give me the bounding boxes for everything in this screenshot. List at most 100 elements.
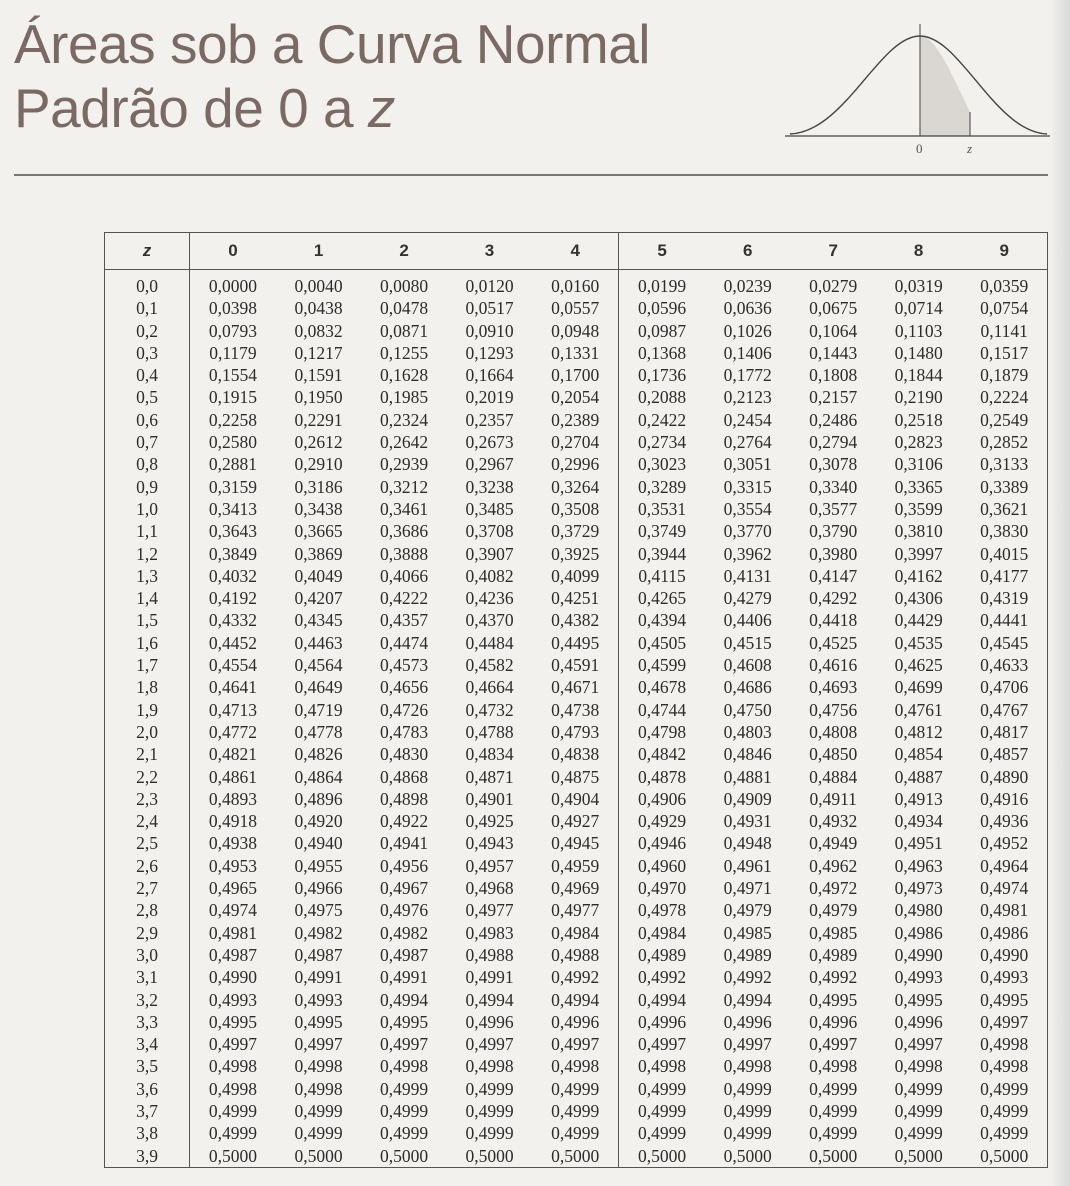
area-cell: 0,4952 xyxy=(980,833,1029,854)
area-cell: 0,3665 xyxy=(294,521,343,542)
z-value-cell: 0,2 xyxy=(105,319,190,342)
area-cell: 0,4999 xyxy=(980,1078,1029,1099)
area-cell: 0,2734 xyxy=(637,432,687,453)
table-row: 1,9 0,4713 0,4719 0,4726 0,4732 0,4738 0,4744 0… xyxy=(105,698,1047,721)
header-col-0: 0 xyxy=(189,233,276,270)
area-cell: 0,4999 xyxy=(208,1123,257,1144)
header-col-7: 7 xyxy=(790,233,876,270)
table-row: 0,7 0,2580 0,2612 0,2642 0,2673 0,2704 0,2734 0… xyxy=(105,431,1047,454)
area-cell: 0,4989 xyxy=(723,944,772,965)
area-cell: 0,4999 xyxy=(532,1099,620,1123)
area-cell: 0,4999 xyxy=(637,1123,687,1144)
z-value-cell: 0,0 xyxy=(105,269,190,298)
area-cell: 0,4881 xyxy=(723,766,772,787)
area-cell: 0,4649 xyxy=(294,677,343,698)
area-cell: 0,1736 xyxy=(637,365,687,386)
area-cell: 0,4082 xyxy=(465,565,514,586)
header-col-5: 5 xyxy=(618,233,705,270)
z-value-cell: 2,4 xyxy=(105,810,190,833)
area-cell: 0,4911 xyxy=(809,788,857,809)
area-cell: 0,1915 xyxy=(208,387,257,408)
area-cell: 0,4982 xyxy=(294,922,343,943)
table-row: 1,2 0,3849 0,3869 0,3888 0,3907 0,3925 0,3944 0… xyxy=(105,542,1047,565)
area-cell: 0,4999 xyxy=(894,1078,943,1099)
area-cell: 0,4998 xyxy=(894,1056,943,1077)
area-cell: 0,4554 xyxy=(208,655,257,676)
area-cell: 0,2580 xyxy=(208,432,257,453)
area-cell: 0,4989 xyxy=(809,944,858,965)
z-value-cell: 3,5 xyxy=(105,1055,190,1078)
title-line-2-variable: z xyxy=(367,77,396,139)
area-cell: 0,4887 xyxy=(894,766,943,787)
header-col-1: 1 xyxy=(275,233,362,270)
area-cell: 0,4418 xyxy=(809,610,858,631)
area-cell: 0,2258 xyxy=(208,409,257,430)
area-cell: 0,4066 xyxy=(380,565,429,586)
area-cell: 0,4999 xyxy=(980,1100,1029,1121)
area-cell: 0,4616 xyxy=(809,655,858,676)
area-cell: 0,4916 xyxy=(980,788,1029,809)
area-cell: 0,4985 xyxy=(723,922,772,943)
area-cell: 0,3749 xyxy=(637,521,687,542)
area-cell: 0,4406 xyxy=(723,610,772,631)
area-cell: 0,5000 xyxy=(532,1144,620,1167)
area-cell: 0,1064 xyxy=(809,320,858,341)
area-cell: 0,0359 xyxy=(980,276,1029,296)
area-cell: 0,4474 xyxy=(380,632,429,653)
area-cell: 0,4994 xyxy=(532,988,620,1011)
area-cell: 0,4931 xyxy=(723,811,772,832)
z-value-cell: 1,2 xyxy=(105,542,190,565)
area-cell: 0,4977 xyxy=(465,900,514,921)
area-cell: 0,4987 xyxy=(294,944,343,965)
area-cell: 0,4147 xyxy=(809,565,858,586)
area-cell: 0,1179 xyxy=(209,342,257,363)
area-cell: 0,4564 xyxy=(294,655,343,676)
area-cell: 0,2881 xyxy=(208,454,257,475)
area-cell: 0,5000 xyxy=(809,1145,858,1166)
area-cell: 0,4999 xyxy=(465,1123,514,1144)
area-cell: 0,4973 xyxy=(894,878,943,899)
area-cell: 0,4984 xyxy=(532,921,620,944)
area-cell: 0,4830 xyxy=(380,744,429,765)
area-cell: 0,4857 xyxy=(980,744,1029,765)
area-cell: 0,4979 xyxy=(809,900,858,921)
area-cell: 0,3577 xyxy=(809,498,858,519)
area-cell: 0,4861 xyxy=(208,766,257,787)
area-cell: 0,4319 xyxy=(980,588,1029,609)
z-value-cell: 0,9 xyxy=(105,475,190,498)
area-cell: 0,4993 xyxy=(980,967,1029,988)
area-cell: 0,4979 xyxy=(723,900,772,921)
table-row: 3,0 0,4987 0,4987 0,4987 0,4988 0,4988 0,4989 0… xyxy=(105,943,1047,967)
area-cell: 0,4463 xyxy=(294,632,343,653)
area-cell: 0,3051 xyxy=(723,454,772,475)
area-cell: 0,3389 xyxy=(980,476,1029,497)
area-cell: 0,2224 xyxy=(980,387,1029,408)
area-cell: 0,3315 xyxy=(723,476,772,497)
area-cell: 0,4988 xyxy=(465,944,514,965)
area-cell: 0,0793 xyxy=(208,320,257,341)
area-cell: 0,4975 xyxy=(294,900,343,921)
header-col-3: 3 xyxy=(446,233,533,270)
area-cell: 0,4999 xyxy=(809,1100,858,1121)
area-cell: 0,4441 xyxy=(980,610,1029,631)
header-z: z xyxy=(105,233,190,270)
area-cell: 0,4963 xyxy=(894,855,943,876)
area-cell: 0,3078 xyxy=(809,454,858,475)
area-cell: 0,4991 xyxy=(465,967,514,988)
area-cell: 0,2019 xyxy=(465,387,514,408)
area-cell: 0,4971 xyxy=(723,878,772,899)
area-cell: 0,4990 xyxy=(208,967,257,988)
area-cell: 0,4997 xyxy=(980,1011,1029,1032)
area-cell: 0,2324 xyxy=(380,409,429,430)
area-cell: 0,4871 xyxy=(465,766,514,787)
table-row: 3,5 0,4998 0,4998 0,4998 0,4998 0,4998 0,4998 0… xyxy=(105,1055,1047,1078)
area-cell: 0,4846 xyxy=(723,744,772,765)
area-cell: 0,4778 xyxy=(294,721,343,742)
area-cell: 0,2939 xyxy=(380,454,429,475)
table-row: 2,2 0,4861 0,4864 0,4868 0,4871 0,4875 0,4878 0… xyxy=(105,765,1047,788)
z-value-cell: 1,0 xyxy=(105,497,190,521)
z-value-cell: 2,2 xyxy=(105,765,190,788)
area-cell: 0,4992 xyxy=(809,967,858,988)
area-cell: 0,4995 xyxy=(294,1011,343,1032)
area-cell: 0,4999 xyxy=(465,1100,514,1121)
